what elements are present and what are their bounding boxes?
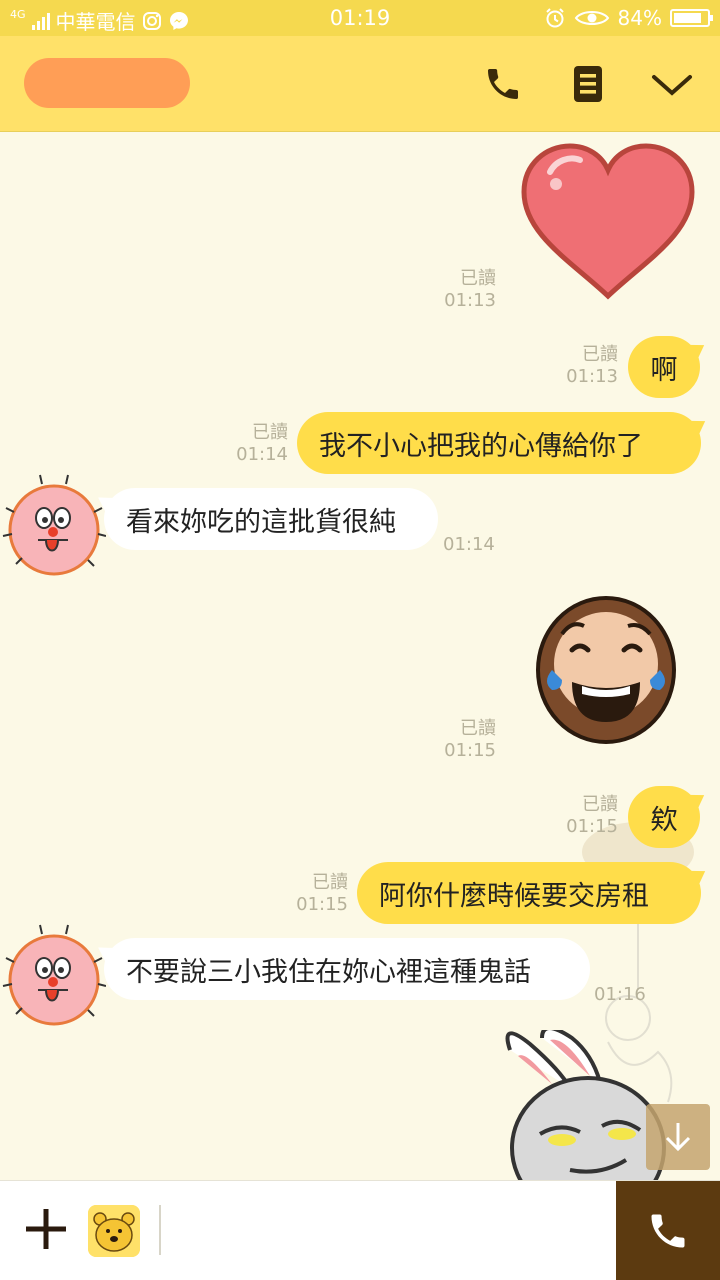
message-time: 01:14 bbox=[236, 444, 288, 465]
dropdown-button[interactable] bbox=[650, 62, 694, 106]
heart-sticker[interactable] bbox=[520, 142, 696, 302]
phone-icon bbox=[488, 69, 518, 99]
message-bubble-sent[interactable]: 阿你什麼時候要交房租 bbox=[357, 862, 701, 924]
plus-icon[interactable] bbox=[24, 1207, 68, 1251]
scroll-to-bottom-button[interactable] bbox=[646, 1104, 710, 1170]
message-text: 不要說三小我住在妳心裡這種鬼話 bbox=[126, 956, 531, 988]
message-meta: 已讀 01:15 bbox=[436, 718, 496, 762]
chevron-down-icon bbox=[652, 75, 692, 96]
message-text: 我不小心把我的心傳給你了 bbox=[319, 430, 643, 462]
message-time: 01:16 bbox=[594, 984, 646, 1005]
read-receipt: 已讀 bbox=[252, 422, 288, 443]
message-text: 欸 bbox=[650, 804, 678, 836]
message-time: 01:15 bbox=[444, 740, 496, 761]
message-time: 01:13 bbox=[566, 366, 618, 387]
message-bubble-sent[interactable]: 啊 bbox=[628, 336, 700, 398]
battery-icon bbox=[670, 9, 713, 27]
message-meta: 已讀 01:14 bbox=[228, 422, 288, 466]
message-meta: 已讀 01:15 bbox=[288, 872, 348, 916]
message-time: 01:15 bbox=[566, 816, 618, 837]
notes-button[interactable] bbox=[566, 62, 610, 106]
read-receipt: 已讀 bbox=[312, 872, 348, 893]
status-bar-right: 84% bbox=[544, 6, 713, 30]
message-text: 阿你什麼時候要交房租 bbox=[379, 880, 649, 912]
message-bubble-sent[interactable]: 欸 bbox=[628, 786, 700, 848]
message-input[interactable] bbox=[159, 1205, 161, 1255]
laughing-face-sticker[interactable] bbox=[532, 594, 680, 744]
battery-percent: 84% bbox=[617, 6, 662, 30]
message-meta: 已讀 01:15 bbox=[558, 794, 618, 838]
status-bar: 4G 中華電信 01:19 84% bbox=[0, 0, 720, 36]
read-receipt: 已讀 bbox=[582, 344, 618, 365]
rabbit-sticker[interactable] bbox=[490, 1030, 670, 1180]
contact-avatar[interactable] bbox=[2, 922, 106, 1026]
read-receipt: 已讀 bbox=[460, 268, 496, 289]
message-meta: 已讀 01:13 bbox=[436, 268, 496, 312]
message-bubble-sent[interactable]: 我不小心把我的心傳給你了 bbox=[297, 412, 701, 474]
message-bubble-received[interactable]: 看來妳吃的這批貨很純 bbox=[104, 488, 438, 550]
phone-icon bbox=[651, 1214, 685, 1248]
message-time: 01:13 bbox=[444, 290, 496, 311]
voice-call-button[interactable] bbox=[481, 62, 525, 106]
message-bubble-received[interactable]: 不要說三小我住在妳心裡這種鬼話 bbox=[104, 938, 590, 1000]
message-meta: 已讀 01:13 bbox=[558, 344, 618, 388]
read-receipt: 已讀 bbox=[460, 718, 496, 739]
contact-name-redacted bbox=[24, 58, 190, 108]
chat-area[interactable]: 已讀 01:13 已讀 01:13 啊 已讀 01:14 我不小心把我的心傳給你了 看… bbox=[0, 132, 720, 1180]
message-text: 看來妳吃的這批貨很純 bbox=[126, 506, 396, 538]
notes-icon bbox=[574, 66, 602, 102]
message-time: 01:15 bbox=[296, 894, 348, 915]
arrow-down-icon bbox=[665, 1123, 691, 1152]
message-time: 01:14 bbox=[443, 534, 495, 555]
bear-sticker-icon[interactable] bbox=[88, 1205, 140, 1257]
alarm-icon bbox=[545, 8, 564, 28]
contact-avatar[interactable] bbox=[2, 472, 106, 576]
chat-header bbox=[0, 36, 720, 132]
message-text: 啊 bbox=[650, 354, 678, 386]
call-button[interactable] bbox=[616, 1181, 720, 1280]
read-receipt: 已讀 bbox=[582, 794, 618, 815]
input-bar bbox=[0, 1180, 720, 1280]
eye-icon bbox=[574, 11, 609, 25]
